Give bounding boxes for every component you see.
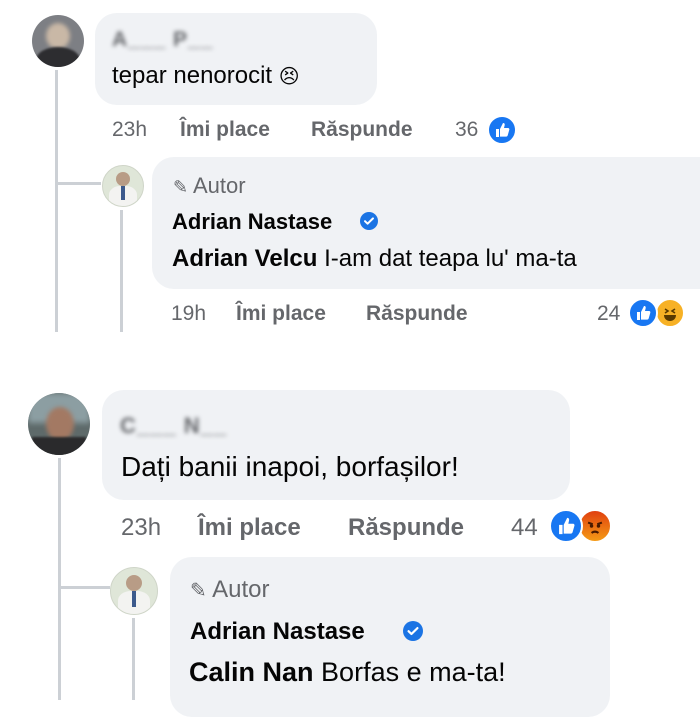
commenter-avatar[interactable]	[28, 393, 90, 455]
like-icon[interactable]	[549, 509, 583, 543]
reply-like-button[interactable]: Îmi place	[236, 302, 326, 326]
persevering-face-icon: 😣	[278, 66, 300, 88]
commenter-name-blurred[interactable]: A___ P__	[112, 28, 213, 52]
reply-time[interactable]: 19h	[171, 302, 206, 326]
reaction-count[interactable]: 44	[511, 514, 538, 542]
mention-link[interactable]: Calin Nan	[189, 657, 314, 687]
reply-author-name[interactable]: Adrian Nastase	[172, 209, 332, 235]
thread-connector	[55, 182, 101, 185]
reply-author-name[interactable]: Adrian Nastase	[190, 618, 365, 646]
like-button[interactable]: Îmi place	[180, 118, 270, 142]
author-avatar[interactable]	[102, 165, 144, 207]
pencil-icon: ✎	[173, 177, 189, 197]
like-button[interactable]: Îmi place	[198, 514, 301, 542]
author-avatar[interactable]	[110, 567, 158, 615]
verified-badge-icon	[360, 212, 378, 230]
commenter-name-blurred[interactable]: C___ N__	[120, 413, 227, 439]
reply-button[interactable]: Răspunde	[311, 118, 413, 142]
author-tag-label: Autor	[193, 173, 246, 198]
mention-link[interactable]: Adrian Velcu	[172, 245, 317, 272]
pencil-icon: ✎	[190, 580, 207, 602]
thread-line	[55, 70, 58, 332]
like-icon[interactable]	[487, 115, 517, 145]
comment-text: tepar nenorocit 😣	[112, 62, 300, 90]
comment-time[interactable]: 23h	[121, 514, 161, 542]
thread-line	[58, 458, 61, 700]
thread-connector	[58, 586, 110, 589]
comment-bubble	[95, 13, 377, 105]
reaction-count[interactable]: 36	[455, 118, 478, 142]
author-tag-label: Autor	[212, 576, 270, 603]
like-icon[interactable]	[628, 298, 658, 328]
reply-text: Adrian Velcu I-am dat teapa lu' ma-ta	[172, 245, 577, 273]
comment-bubble	[102, 390, 570, 500]
reply-thread-line	[120, 210, 123, 332]
reply-reaction-count[interactable]: 24	[597, 302, 620, 326]
reply-text-content: I-am dat teapa lu' ma-ta	[324, 245, 577, 272]
haha-icon[interactable]	[655, 298, 685, 328]
reply-reply-button[interactable]: Răspunde	[366, 302, 468, 326]
comment-text-content: tepar nenorocit	[112, 62, 273, 89]
reply-text: Calin Nan Borfas e ma-ta!	[189, 657, 506, 688]
reply-button[interactable]: Răspunde	[348, 514, 464, 542]
author-tag: ✎ Autor	[173, 173, 246, 199]
comment-time[interactable]: 23h	[112, 118, 147, 142]
verified-badge-icon	[403, 621, 423, 641]
angry-icon[interactable]	[578, 509, 612, 543]
comment-text: Dați banii inapoi, borfașilor!	[121, 451, 459, 482]
commenter-avatar[interactable]	[32, 15, 84, 67]
author-tag: ✎ Autor	[190, 576, 269, 604]
reply-text-content: Borfas e ma-ta!	[321, 657, 506, 687]
reply-thread-line	[132, 618, 135, 700]
